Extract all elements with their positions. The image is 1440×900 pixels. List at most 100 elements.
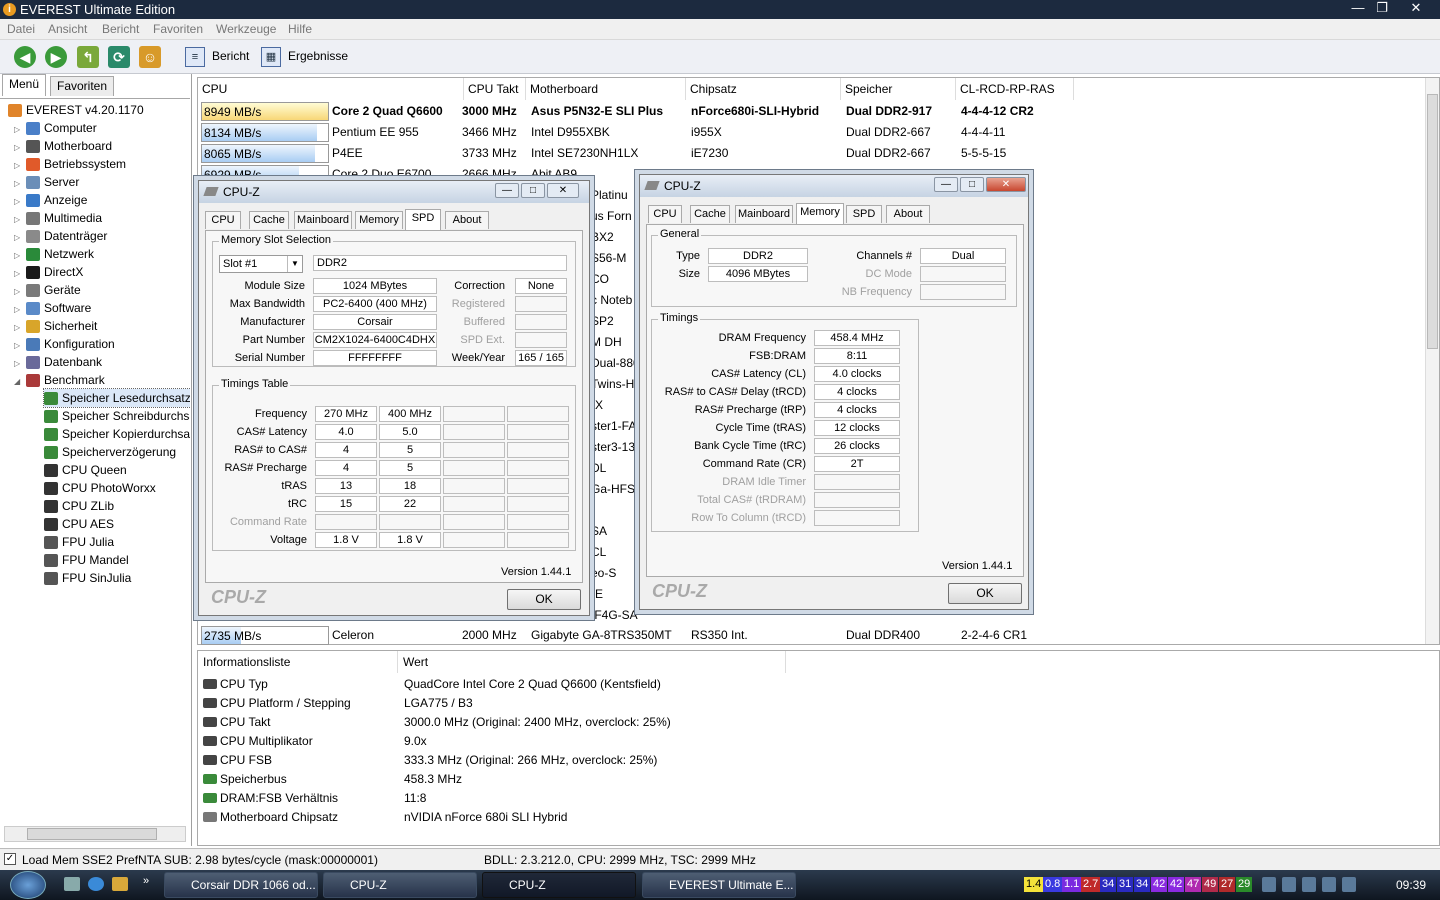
- tab-cache[interactable]: Cache: [690, 205, 730, 223]
- tab-about[interactable]: About: [886, 205, 930, 223]
- ie-icon[interactable]: [88, 877, 104, 891]
- tree-item-12[interactable]: ▷ Sicherheit: [14, 317, 97, 335]
- results-row[interactable]: 8134 MB/s Pentium EE 955 3466 MHz Intel D95…: [198, 122, 1428, 143]
- bench-item-0[interactable]: Speicher Lesedurchsatz: [43, 388, 190, 408]
- refresh-icon[interactable]: ⟳: [108, 46, 130, 68]
- results-row[interactable]: 8065 MB/s P4EE 3733 MHz Intel SE7230NH1LX iE…: [198, 143, 1428, 164]
- results-icon[interactable]: ▦: [261, 47, 281, 67]
- tree-item-11[interactable]: ▷ Software: [14, 299, 91, 317]
- tab-spd[interactable]: SPD: [846, 205, 882, 223]
- cpuz-memory-minimize-button[interactable]: —: [934, 177, 958, 192]
- dropdown-arrow-icon[interactable]: ▼: [287, 256, 302, 272]
- tree-item-15[interactable]: ◢ Benchmark: [14, 371, 105, 389]
- info-row[interactable]: DRAM:FSB Verhältnis 11:8: [198, 789, 1098, 808]
- up-icon[interactable]: ↰: [77, 46, 99, 68]
- bench-item-6[interactable]: CPU ZLib: [44, 497, 114, 515]
- results-row[interactable]: 8949 MB/s Core 2 Quad Q6600 3000 MHz Asus P…: [198, 101, 1428, 122]
- taskbar-button-browser[interactable]: Corsair DDR 1066 od...: [164, 872, 318, 898]
- quicklaunch-icon[interactable]: [64, 877, 80, 891]
- info-row[interactable]: CPU Platform / Stepping LGA775 / B3: [198, 694, 1098, 713]
- bench-item-8[interactable]: FPU Julia: [44, 533, 114, 551]
- tree-item-6[interactable]: ▷ Multimedia: [14, 209, 102, 227]
- tab-memory[interactable]: Memory: [355, 211, 403, 229]
- info-row[interactable]: CPU Multiplikator 9.0x: [198, 732, 1098, 751]
- menu-datei[interactable]: Datei: [7, 22, 35, 36]
- bench-item-7[interactable]: CPU AES: [44, 515, 114, 533]
- tab-mainboard[interactable]: Mainboard: [735, 205, 793, 223]
- bench-item-4[interactable]: CPU Queen: [44, 461, 127, 479]
- info-row[interactable]: Speicherbus 458.3 MHz: [198, 770, 1098, 789]
- tree-item-14[interactable]: ▷ Datenbank: [14, 353, 102, 371]
- tab-menu[interactable]: Menü: [2, 74, 47, 96]
- menu-werkzeuge[interactable]: Werkzeuge: [216, 22, 276, 36]
- tree-item-5[interactable]: ▷ Anzeige: [14, 191, 87, 209]
- bench-item-2[interactable]: Speicher Kopierdurchsatz: [44, 425, 190, 443]
- info-row[interactable]: CPU Takt 3000.0 MHz (Original: 2400 MHz, …: [198, 713, 1098, 732]
- tab-favoriten[interactable]: Favoriten: [50, 76, 115, 96]
- tray-app-icon[interactable]: [1262, 877, 1276, 892]
- tray-volume-icon[interactable]: [1322, 877, 1336, 892]
- report-icon[interactable]: ≡: [185, 47, 205, 67]
- forward-icon[interactable]: ▶: [45, 46, 67, 68]
- folder-icon[interactable]: [112, 877, 128, 891]
- tab-cache[interactable]: Cache: [249, 211, 289, 229]
- column-header-cpu[interactable]: CPU: [198, 78, 464, 100]
- taskbar-button-cpuz-2[interactable]: CPU-Z: [482, 872, 636, 898]
- tab-cpu[interactable]: CPU: [205, 211, 241, 229]
- cpuz-memory-titlebar[interactable]: CPU-Z — □ ✕: [640, 175, 1028, 197]
- menu-ansicht[interactable]: Ansicht: [48, 22, 87, 36]
- menu-bericht[interactable]: Bericht: [102, 22, 139, 36]
- info-row[interactable]: CPU Typ QuadCore Intel Core 2 Quad Q6600 …: [198, 675, 1098, 694]
- info-row[interactable]: CPU FSB 333.3 MHz (Original: 266 MHz, ove…: [198, 751, 1098, 770]
- bench-item-1[interactable]: Speicher Schreibdurchsatz: [44, 407, 190, 425]
- tree-item-8[interactable]: ▷ Netzwerk: [14, 245, 94, 263]
- tab-cpu[interactable]: CPU: [648, 205, 682, 223]
- info-row[interactable]: Motherboard Chipsatz nVIDIA nForce 680i S…: [198, 808, 1098, 827]
- minimize-button[interactable]: —: [1346, 0, 1370, 18]
- bench-item-3[interactable]: Speicherverzögerung: [44, 443, 176, 461]
- tree-item-4[interactable]: ▷ Server: [14, 173, 79, 191]
- tree-item-13[interactable]: ▷ Konfiguration: [14, 335, 115, 353]
- tree-item-7[interactable]: ▷ Datenträger: [14, 227, 107, 245]
- cpuz-memory-close-button[interactable]: ✕: [986, 177, 1026, 192]
- cpuz-spd-close-button[interactable]: ✕: [547, 183, 579, 198]
- tray-network-icon[interactable]: [1282, 877, 1296, 892]
- status-checkbox[interactable]: ✓: [4, 853, 16, 865]
- bench-item-10[interactable]: FPU SinJulia: [44, 569, 131, 587]
- results-button[interactable]: Ergebnisse: [288, 49, 348, 63]
- cpuz-spd-ok-button[interactable]: OK: [507, 589, 581, 610]
- tab-memory[interactable]: Memory: [796, 203, 844, 224]
- cpuz-spd-minimize-button[interactable]: —: [495, 183, 519, 198]
- cpuz-memory-maximize-button[interactable]: □: [960, 177, 984, 192]
- results-vertical-scrollbar[interactable]: [1425, 78, 1439, 644]
- report-button[interactable]: Bericht: [212, 49, 249, 63]
- start-button[interactable]: [10, 871, 46, 899]
- bench-item-5[interactable]: CPU PhotoWorxx: [44, 479, 156, 497]
- expand-arrow-icon[interactable]: ◢: [14, 373, 26, 391]
- menu-hilfe[interactable]: Hilfe: [288, 22, 312, 36]
- cpuz-spd-window[interactable]: CPU-Z — □ ✕ CPU Cache Mainboard Memory S…: [198, 180, 590, 616]
- back-icon[interactable]: ◀: [14, 46, 36, 68]
- cpuz-spd-titlebar[interactable]: CPU-Z — □ ✕: [199, 181, 589, 203]
- info-header-value[interactable]: Wert: [398, 651, 786, 673]
- tab-mainboard[interactable]: Mainboard: [294, 211, 352, 229]
- slot-select[interactable]: Slot #1 ▼: [219, 255, 303, 273]
- column-header-timings[interactable]: CL-RCD-RP-RAS: [956, 78, 1074, 100]
- taskbar-button-everest[interactable]: EVEREST Ultimate E...: [642, 872, 796, 898]
- column-header-speicher[interactable]: Speicher: [841, 78, 956, 100]
- cpuz-memory-window[interactable]: CPU-Z — □ ✕ CPU Cache Mainboard Memory S…: [639, 174, 1029, 610]
- tab-about[interactable]: About: [445, 211, 489, 229]
- tab-spd[interactable]: SPD: [405, 209, 441, 230]
- tree-item-10[interactable]: ▷ Geräte: [14, 281, 81, 299]
- maximize-button[interactable]: ❐: [1370, 0, 1394, 18]
- tree-item-9[interactable]: ▷ DirectX: [14, 263, 83, 281]
- taskbar-button-cpuz-1[interactable]: CPU-Z: [323, 872, 477, 898]
- tree-horizontal-scrollbar[interactable]: [4, 826, 186, 842]
- tree-item-0[interactable]: EVEREST v4.20.1170: [8, 101, 144, 119]
- menu-favoriten[interactable]: Favoriten: [153, 22, 203, 36]
- cpuz-spd-maximize-button[interactable]: □: [521, 183, 545, 198]
- quicklaunch-expand-icon[interactable]: »: [143, 875, 149, 887]
- results-row[interactable]: 2735 MB/s Celeron 2000 MHz Gigabyte GA-8TRS…: [198, 625, 1428, 646]
- close-button[interactable]: ✕: [1402, 0, 1430, 18]
- tree-item-2[interactable]: ▷ Motherboard: [14, 137, 112, 155]
